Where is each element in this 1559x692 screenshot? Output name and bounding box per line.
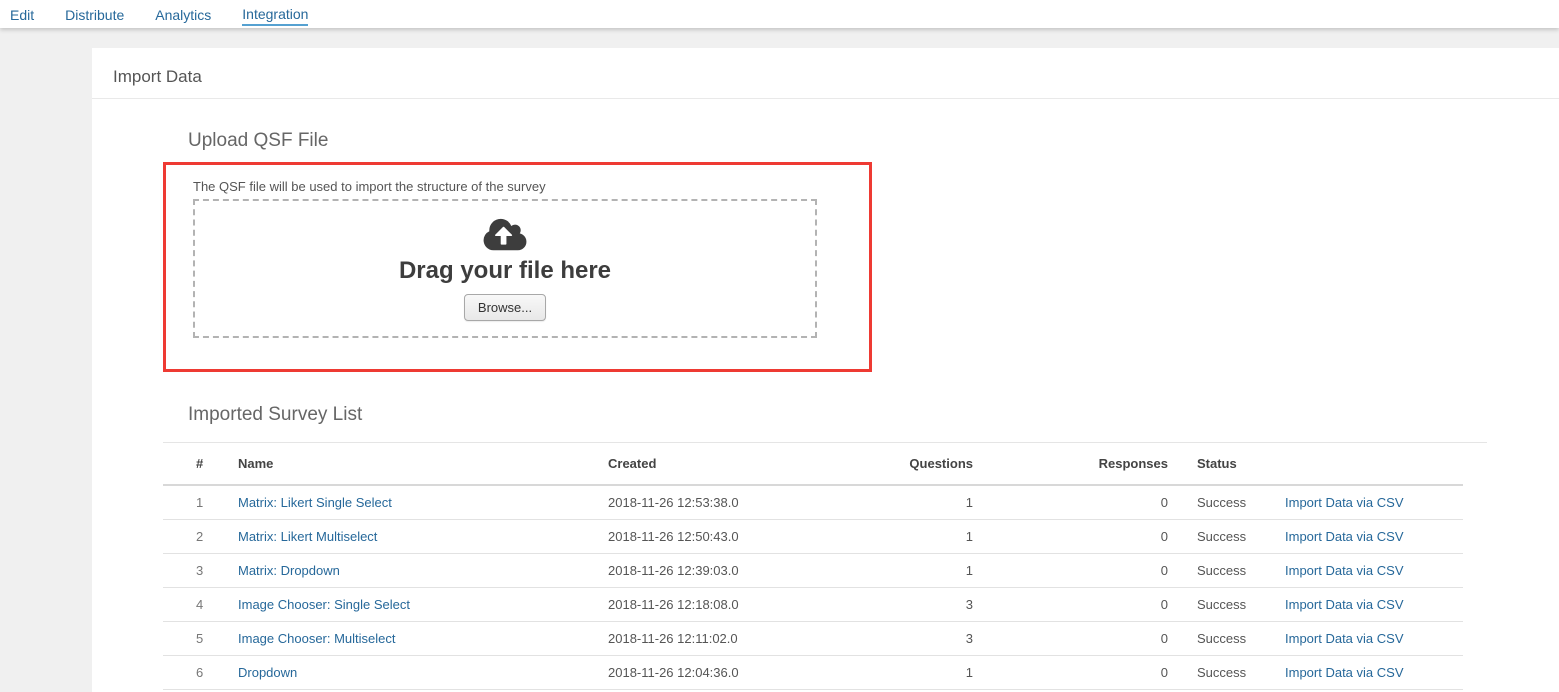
column-header-responses: Responses	[973, 443, 1168, 485]
table-row: 5 Image Chooser: Multiselect 2018-11-26 …	[163, 621, 1463, 655]
survey-name-link[interactable]: Image Chooser: Multiselect	[238, 631, 396, 646]
row-index: 2	[163, 519, 238, 553]
status-badge: Success	[1168, 519, 1285, 553]
column-header-questions: Questions	[808, 443, 973, 485]
row-responses: 0	[973, 553, 1168, 587]
import-csv-link[interactable]: Import Data via CSV	[1285, 631, 1404, 646]
row-responses: 0	[973, 519, 1168, 553]
import-csv-link[interactable]: Import Data via CSV	[1285, 529, 1404, 544]
row-questions: 3	[808, 621, 973, 655]
import-csv-link[interactable]: Import Data via CSV	[1285, 597, 1404, 612]
row-questions: 1	[808, 519, 973, 553]
row-questions: 1	[808, 485, 973, 519]
status-badge: Success	[1168, 655, 1285, 689]
row-created: 2018-11-26 12:18:08.0	[608, 587, 808, 621]
column-header-created: Created	[608, 443, 808, 485]
table-row: 4 Image Chooser: Single Select 2018-11-2…	[163, 587, 1463, 621]
table-row: 6 Dropdown 2018-11-26 12:04:36.0 1 0 Suc…	[163, 655, 1463, 689]
nav-tab[interactable]: Edit	[10, 4, 34, 25]
nav-tab[interactable]: Analytics	[155, 4, 211, 25]
row-questions: 3	[808, 587, 973, 621]
status-badge: Success	[1168, 587, 1285, 621]
import-csv-link[interactable]: Import Data via CSV	[1285, 665, 1404, 680]
survey-list-section-title: Imported Survey List	[188, 372, 1559, 426]
dropzone-text: Drag your file here	[399, 258, 611, 284]
file-dropzone[interactable]: Drag your file here Browse...	[193, 199, 817, 338]
column-header-status: Status	[1168, 443, 1285, 485]
row-created: 2018-11-26 12:11:02.0	[608, 621, 808, 655]
table-row: 2 Matrix: Likert Multiselect 2018-11-26 …	[163, 519, 1463, 553]
survey-name-link[interactable]: Image Chooser: Single Select	[238, 597, 410, 612]
status-badge: Success	[1168, 553, 1285, 587]
page-title: Import Data	[92, 48, 1559, 87]
status-badge: Success	[1168, 485, 1285, 519]
table-header-row: # Name Created Questions Responses Statu…	[163, 443, 1463, 485]
row-responses: 0	[973, 485, 1168, 519]
row-created: 2018-11-26 12:04:36.0	[608, 655, 808, 689]
column-header-name: Name	[238, 443, 608, 485]
page-header: Import Data	[92, 48, 1559, 99]
import-csv-link[interactable]: Import Data via CSV	[1285, 563, 1404, 578]
upload-description: The QSF file will be used to import the …	[193, 179, 869, 194]
status-badge: Success	[1168, 621, 1285, 655]
row-responses: 0	[973, 621, 1168, 655]
row-created: 2018-11-26 12:39:03.0	[608, 553, 808, 587]
survey-name-link[interactable]: Matrix: Likert Multiselect	[238, 529, 377, 544]
row-index: 4	[163, 587, 238, 621]
row-created: 2018-11-26 12:53:38.0	[608, 485, 808, 519]
nav-tab[interactable]: Integration	[242, 3, 308, 26]
row-responses: 0	[973, 655, 1168, 689]
column-header-action	[1285, 443, 1463, 485]
import-csv-link[interactable]: Import Data via CSV	[1285, 495, 1404, 510]
browse-button[interactable]: Browse...	[464, 294, 546, 321]
table-row: 1 Matrix: Likert Single Select 2018-11-2…	[163, 485, 1463, 519]
cloud-upload-icon	[481, 216, 529, 256]
row-created: 2018-11-26 12:50:43.0	[608, 519, 808, 553]
top-nav: Edit Distribute Analytics Integration	[0, 0, 1559, 28]
row-index: 1	[163, 485, 238, 519]
row-index: 6	[163, 655, 238, 689]
row-index: 5	[163, 621, 238, 655]
content-card: Import Data Upload QSF File The QSF file…	[92, 48, 1559, 692]
survey-name-link[interactable]: Matrix: Dropdown	[238, 563, 340, 578]
row-questions: 1	[808, 655, 973, 689]
row-responses: 0	[973, 587, 1168, 621]
imported-survey-table: # Name Created Questions Responses Statu…	[163, 443, 1463, 690]
row-questions: 1	[808, 553, 973, 587]
row-index: 3	[163, 553, 238, 587]
annotation-highlight: The QSF file will be used to import the …	[163, 162, 872, 372]
table-row: 3 Matrix: Dropdown 2018-11-26 12:39:03.0…	[163, 553, 1463, 587]
survey-name-link[interactable]: Dropdown	[238, 665, 297, 680]
column-header-index: #	[163, 443, 238, 485]
upload-section-title: Upload QSF File	[188, 99, 1559, 152]
survey-name-link[interactable]: Matrix: Likert Single Select	[238, 495, 392, 510]
nav-tab[interactable]: Distribute	[65, 4, 124, 25]
